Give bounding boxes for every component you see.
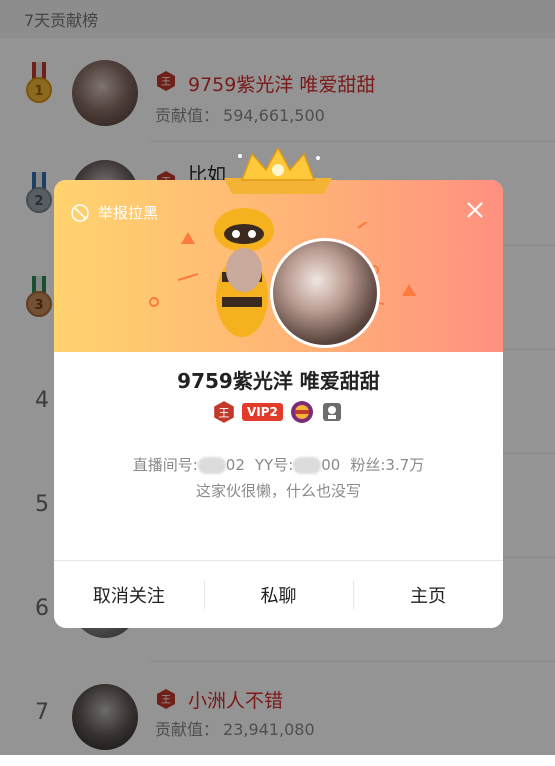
svg-text:王: 王 [219, 406, 230, 419]
badge-row: 王 VIP2 [212, 400, 343, 424]
mascot-icon [214, 208, 274, 337]
dialog-header: 举报拉黑 [54, 180, 503, 352]
profile-signature: 这家伙很懒，什么也没写 [195, 482, 361, 500]
noble-badge-icon [290, 401, 313, 423]
report-block-icon [71, 203, 89, 222]
vip-badge: VIP2 [242, 403, 283, 421]
masked-room-number [197, 457, 226, 474]
unfollow-button[interactable]: 取消关注 [54, 561, 204, 629]
private-message-button[interactable]: 私聊 [203, 561, 354, 629]
masked-yy-number [293, 457, 322, 474]
report-block-button[interactable]: 举报拉黑 [70, 202, 158, 223]
anchor-badge-icon [322, 403, 341, 421]
homepage-button[interactable]: 主页 [353, 561, 503, 629]
close-icon[interactable] [465, 200, 485, 220]
action-bar: 取消关注 私聊 主页 [54, 560, 503, 629]
level-badge-icon: 王 [214, 401, 234, 423]
profile-display-name: 9759紫光洋 唯爱甜甜 [177, 369, 380, 393]
report-block-label: 举报拉黑 [98, 204, 159, 222]
profile-avatar[interactable] [270, 238, 380, 348]
user-profile-dialog: 举报拉黑 9759紫光洋 唯爱甜甜 王 VIP2 直播间号: 02 YY号: 0… [54, 148, 503, 629]
crown-icon [224, 148, 332, 194]
profile-stats: 直播间号: 02 YY号: 00 粉丝:3.7万 [132, 456, 425, 474]
